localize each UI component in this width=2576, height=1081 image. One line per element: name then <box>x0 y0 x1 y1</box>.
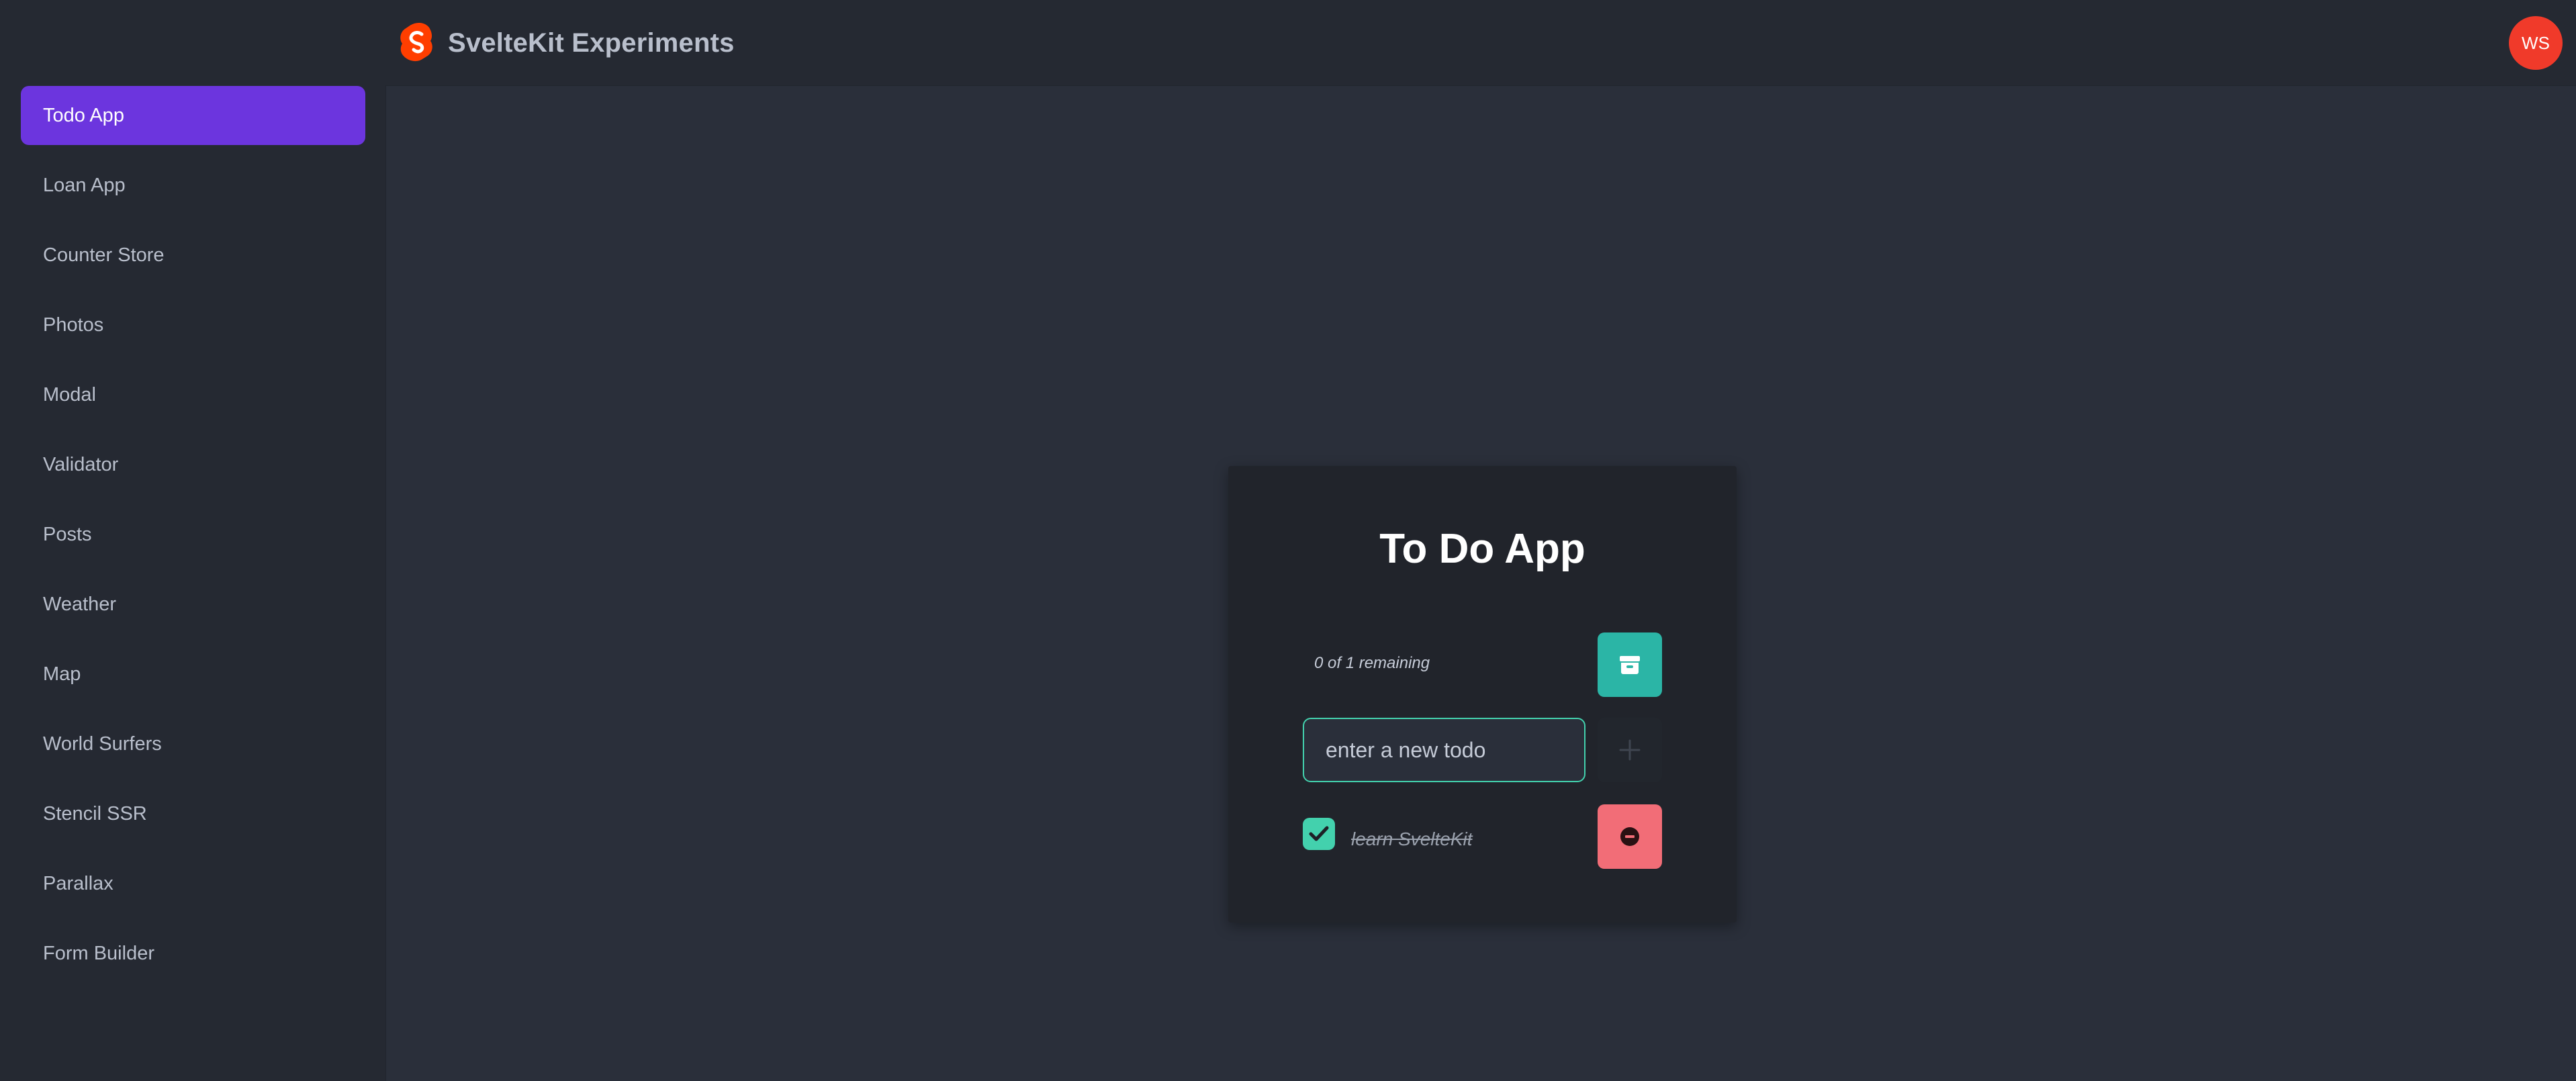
app-title: SvelteKit Experiments <box>448 28 735 58</box>
sidebar-item-parallax[interactable]: Parallax <box>21 854 365 913</box>
todo-title: To Do App <box>1379 526 1585 572</box>
sidebar-item-loan-app[interactable]: Loan App <box>21 156 365 215</box>
sidebar-item-validator[interactable]: Validator <box>21 435 365 494</box>
sidebar-item-photos[interactable]: Photos <box>21 295 365 355</box>
sidebar-item-weather[interactable]: Weather <box>21 575 365 634</box>
sidebar-item-form-builder[interactable]: Form Builder <box>21 924 365 983</box>
plus-icon <box>1619 739 1641 761</box>
sidebar-item-map[interactable]: Map <box>21 645 365 704</box>
avatar[interactable]: WS <box>2509 16 2563 70</box>
remaining-count: 0 of 1 remaining <box>1314 654 1430 672</box>
sidebar-item-modal[interactable]: Modal <box>21 365 365 424</box>
archive-icon <box>1620 656 1640 674</box>
archive-button[interactable] <box>1598 632 1662 697</box>
sidebar-item-todo-app[interactable]: Todo App <box>21 86 365 145</box>
todo-card: To Do App 0 of 1 remaining learn SvelteK… <box>1228 466 1737 923</box>
svelte-logo-icon <box>400 23 432 62</box>
sidebar-item-counter-store[interactable]: Counter Store <box>21 226 365 285</box>
sidebar: Todo App Loan App Counter Store Photos M… <box>0 85 386 1081</box>
sidebar-item-world-surfers[interactable]: World Surfers <box>21 714 365 773</box>
add-todo-button[interactable] <box>1598 718 1662 782</box>
brand[interactable]: SvelteKit Experiments <box>400 21 735 65</box>
todo-item-text: learn SvelteKit <box>1351 829 1473 849</box>
todo-checkbox[interactable] <box>1303 818 1335 850</box>
top-bar: SvelteKit Experiments WS <box>0 0 2576 86</box>
minus-circle-icon <box>1620 827 1639 846</box>
sidebar-item-stencil-ssr[interactable]: Stencil SSR <box>21 784 365 843</box>
check-icon <box>1309 826 1329 841</box>
new-todo-input[interactable] <box>1303 718 1585 782</box>
delete-todo-button[interactable] <box>1598 804 1662 869</box>
sidebar-item-posts[interactable]: Posts <box>21 505 365 564</box>
